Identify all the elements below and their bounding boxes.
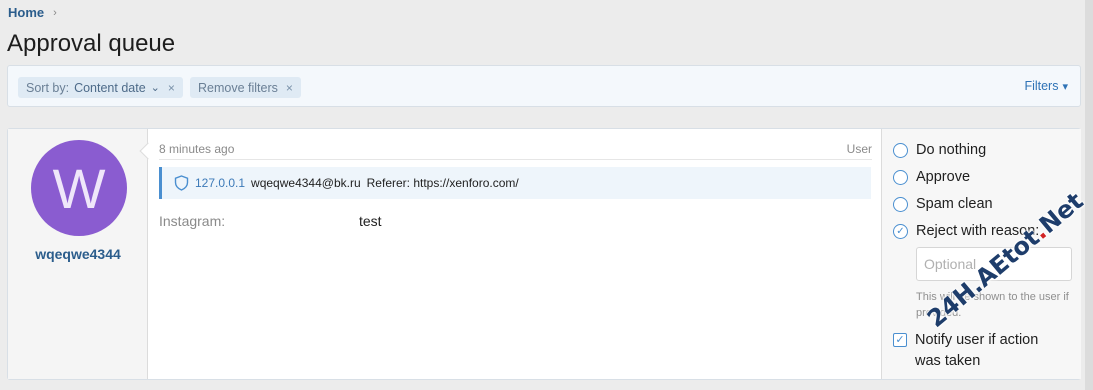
shield-icon bbox=[174, 175, 189, 191]
field-value: test bbox=[359, 213, 382, 229]
chevron-down-icon: ⌄ bbox=[150, 82, 160, 94]
checkmark-radio-icon[interactable]: ✓ bbox=[893, 223, 908, 239]
avatar[interactable]: W bbox=[31, 140, 127, 236]
filters-label: Filters bbox=[1024, 79, 1059, 93]
radio-circle[interactable] bbox=[893, 142, 908, 158]
radio-circle[interactable] bbox=[893, 169, 908, 185]
notify-user-label: Notify user if action was taken bbox=[915, 332, 1039, 369]
radio-spam-clean[interactable]: Spam clean bbox=[893, 196, 993, 212]
ip-address-link[interactable]: 127.0.0.1 bbox=[195, 176, 245, 190]
breadcrumb-home-link[interactable]: Home bbox=[8, 5, 44, 20]
radio-approve[interactable]: Approve bbox=[893, 169, 970, 185]
user-column: W wqeqwe4344 bbox=[8, 129, 148, 379]
remove-filters-chip[interactable]: Remove filters × bbox=[190, 77, 301, 98]
content-type-label: User bbox=[846, 142, 872, 156]
ip-info-block: 127.0.0.1 wqeqwe4344@bk.ru Referer: http… bbox=[159, 167, 871, 199]
filter-bar: Sort by: Content date ⌄ × Remove filters… bbox=[7, 65, 1081, 107]
remove-filters-label: Remove filters bbox=[198, 80, 278, 95]
sort-label: Sort by: bbox=[26, 80, 70, 95]
approval-item: W wqeqwe4344 8 minutes ago User 127.0.0.… bbox=[7, 128, 1081, 380]
filters-button[interactable]: Filters ▾ bbox=[1024, 79, 1068, 93]
radio-circle[interactable] bbox=[893, 196, 908, 212]
chevron-right-icon: › bbox=[53, 6, 57, 19]
content-column: 8 minutes ago User 127.0.0.1 wqeqwe4344@… bbox=[149, 129, 880, 379]
page-title: Approval queue bbox=[7, 30, 176, 57]
close-icon[interactable]: × bbox=[286, 81, 293, 95]
breadcrumb: Home › bbox=[8, 5, 57, 20]
username-link[interactable]: wqeqwe4344 bbox=[8, 246, 148, 262]
referer-text: Referer: https://xenforo.com/ bbox=[366, 176, 519, 190]
radio-do-nothing[interactable]: Do nothing bbox=[893, 142, 986, 158]
radio-label: Spam clean bbox=[916, 196, 993, 212]
sort-chip[interactable]: Sort by: Content date ⌄ × bbox=[18, 77, 183, 98]
field-label: Instagram: bbox=[159, 213, 226, 229]
actions-column: Do nothing Approve Spam clean ✓ Reject w… bbox=[881, 129, 1081, 379]
email-text: wqeqwe4344@bk.ru bbox=[251, 176, 361, 190]
notify-user-checkbox-row[interactable]: ✓ Notify user if action was taken bbox=[893, 330, 1065, 372]
radio-label: Do nothing bbox=[916, 142, 987, 158]
timestamp: 8 minutes ago bbox=[159, 142, 235, 156]
checkbox-checked-icon[interactable]: ✓ bbox=[893, 333, 907, 347]
scrollbar[interactable] bbox=[1085, 0, 1093, 390]
radio-label: Approve bbox=[916, 169, 971, 185]
divider bbox=[159, 159, 872, 160]
sort-value: Content date bbox=[74, 80, 146, 95]
caret-down-icon: ▾ bbox=[1062, 80, 1068, 93]
close-icon[interactable]: × bbox=[168, 81, 175, 95]
